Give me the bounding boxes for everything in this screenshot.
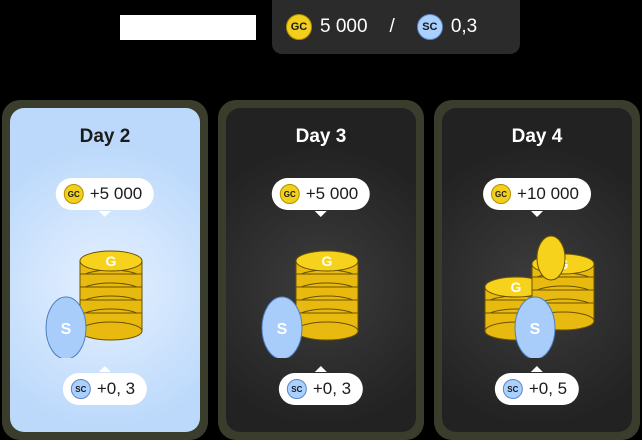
sweep-coin-icon: SC: [286, 379, 307, 399]
coins-illustration: GS: [45, 250, 143, 358]
svg-text:S: S: [61, 321, 72, 338]
sc-reward-bubble: SC +0, 3: [62, 366, 148, 405]
gc-reward-bubble: GC +5 000: [55, 178, 155, 217]
sc-reward: +0, 3: [312, 379, 352, 398]
day-title: Day 2: [79, 126, 131, 147]
sweep-coin-icon: SC: [416, 14, 443, 40]
gc-reward-bubble: GC +5 000: [271, 178, 371, 217]
day-card[interactable]: Day 3 GC +5 000 GS SC +0, 3: [218, 100, 424, 440]
svg-text:S: S: [530, 321, 541, 338]
balance-bar: GC 5 000 / SC 0,3: [272, 0, 520, 54]
day-card[interactable]: Day 2 GC +5 000 GS SC +0, 3: [2, 100, 208, 440]
sc-reward: +0, 5: [528, 379, 568, 398]
blank-placeholder: [120, 15, 256, 40]
gc-reward: +5 000: [305, 184, 359, 203]
gold-coin-icon: GC: [286, 14, 312, 40]
day-card[interactable]: Day 4 GC+10 000 GGS SC+0, 5: [434, 100, 640, 440]
sc-reward-bubble: SC +0, 5: [494, 366, 580, 405]
svg-text:G: G: [106, 253, 117, 269]
gold-coin-icon: GC: [63, 184, 84, 204]
svg-text:G: G: [511, 279, 522, 295]
day-title: Day 3: [295, 126, 347, 147]
card-panel: Day 2 GC +5 000 GS SC +0, 3: [10, 108, 200, 432]
gold-coin-icon: GC: [491, 184, 512, 204]
sc-balance: 0,3: [450, 16, 478, 37]
sweep-coin-icon: SC: [70, 379, 91, 399]
gc-balance: 5 000: [320, 16, 368, 37]
gc-reward: +5 000: [89, 184, 143, 203]
card-panel: Day 3 GC +5 000 GS SC +0, 3: [226, 108, 416, 432]
sweep-coin-icon: SC: [502, 379, 523, 399]
sc-reward-bubble: SC +0, 3: [278, 366, 364, 405]
gc-reward-bubble: GC +10 000: [483, 178, 591, 217]
card-panel: Day 4 GC+10 000 GGS SC+0, 5: [442, 108, 632, 432]
svg-text:S: S: [277, 321, 288, 338]
svg-text:G: G: [322, 253, 333, 269]
gc-reward: +10 000: [517, 184, 579, 203]
gold-coin-icon: GC: [279, 184, 300, 204]
coins-illustration: GS: [261, 250, 359, 358]
separator: /: [389, 16, 395, 37]
coins-illustration: GGS: [484, 235, 595, 358]
day-title: Day 4: [511, 126, 563, 147]
sc-reward: +0, 3: [96, 379, 136, 398]
